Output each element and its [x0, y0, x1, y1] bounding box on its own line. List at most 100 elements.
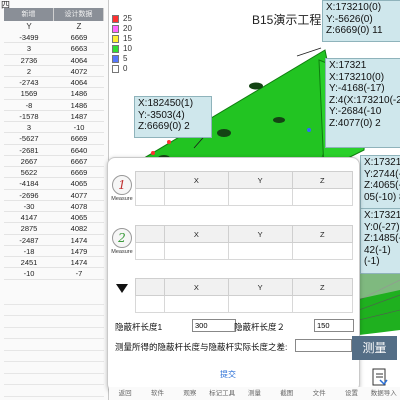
table-row[interactable]: -4184 4065	[4, 178, 104, 190]
table-row[interactable]: 2 4072	[4, 66, 104, 77]
cell-z: 6669	[70, 168, 88, 177]
cell-y: -4184	[19, 179, 39, 189]
coordinate-callout: X:17321 Y:0(-27) Z:1485(- 42(-1) (-1)	[360, 208, 400, 274]
table-row[interactable]: 2667 6667	[4, 156, 104, 167]
cell-y: -18	[23, 246, 35, 256]
table-row[interactable]: -8 1486	[4, 100, 104, 111]
cell-y: -2743	[19, 78, 39, 87]
table-row[interactable]: -1578 1487	[4, 111, 104, 122]
table-body: -3499 6669 3 6663 2736 4064 2 4072 -2743 4064 1569…	[4, 32, 104, 280]
legend-swatch	[112, 15, 119, 23]
measure-1-table: X Y Z	[135, 171, 354, 206]
cell-z: 4065	[70, 213, 88, 222]
toolbar-item[interactable]: 测量	[238, 387, 270, 400]
header-y: Y	[227, 171, 293, 189]
table-row[interactable]: -2487 1474	[4, 235, 104, 246]
cell-y: 2451	[20, 258, 38, 267]
table-row[interactable]: 2736 4064	[4, 55, 104, 66]
cell-z: 4078	[70, 201, 88, 211]
legend-swatch	[112, 55, 119, 63]
data-table-panel: 四 新增 设计数据 Y Z -3499 6669 3 6663 2736 4064 2 407…	[0, 0, 109, 400]
measure-1-icon[interactable]: 1 Measure	[111, 175, 133, 205]
toolbar-item[interactable]: 截图	[271, 387, 303, 400]
cell-z: 4064	[70, 78, 88, 87]
marker-dot	[307, 128, 311, 132]
coordinate-callout: X:17321 X:173210(0) Y:-4168(-17) Z:4(X:1…	[325, 58, 400, 148]
hidden-rod-2-label: 隐蔽杆长度２	[234, 322, 286, 332]
table-row[interactable]: 5622 6669	[4, 167, 104, 179]
measure-2-table: X Y Z	[135, 225, 354, 260]
difference-input[interactable]	[295, 339, 352, 352]
legend-swatch	[112, 45, 119, 53]
cell-z: 1486	[70, 100, 88, 110]
toolbar-item[interactable]: 设置	[335, 387, 367, 400]
hidden-rod-1-input[interactable]	[192, 319, 236, 332]
table-row[interactable]: 3 -10	[4, 122, 104, 134]
cell-y: 2667	[20, 156, 38, 166]
toolbar-item[interactable]: 文件	[303, 387, 335, 400]
toolbar-item[interactable]: 标记工具	[206, 387, 238, 400]
table-row[interactable]: -10 -7	[4, 268, 104, 280]
coordinate-callout: X:182450(1) Y:-3503(4) Z:6669(0) 2	[134, 96, 212, 138]
tab-design-data[interactable]: 设计数据	[54, 8, 104, 21]
submit-button[interactable]: 提交	[220, 369, 236, 380]
tab-new[interactable]: 新增	[4, 8, 54, 21]
export-icon[interactable]	[372, 368, 388, 388]
table-row[interactable]: -3499 6669	[4, 32, 104, 44]
expand-triangle-icon[interactable]	[116, 284, 128, 293]
cell-z: 4065	[70, 179, 88, 189]
cell-y: -3499	[19, 33, 39, 42]
table-row[interactable]: -18 1479	[4, 246, 104, 257]
table-row[interactable]: -5627 6669	[4, 133, 104, 145]
table-row[interactable]: 2451 1474	[4, 257, 104, 269]
measure-3-table: X Y Z	[135, 278, 354, 313]
marker-dot	[167, 140, 171, 144]
cell-z: 6669	[70, 33, 88, 42]
table-row[interactable]: 2875 4082	[4, 223, 104, 235]
table-row[interactable]: 4147 4065	[4, 212, 104, 224]
cell-y: 1569	[20, 89, 38, 99]
cell-y: -5627	[19, 134, 39, 144]
hidden-rod-1-label: 隐蔽杆长度1	[115, 322, 163, 332]
cell-z: 6669	[70, 134, 88, 144]
table-tab-strip: 新增 设计数据	[4, 8, 104, 21]
plate-hole	[273, 117, 285, 123]
table-row[interactable]: -2681 6640	[4, 145, 104, 156]
legend-item: 15	[112, 34, 140, 44]
table-row[interactable]: 3 6663	[4, 43, 104, 55]
legend-swatch	[112, 25, 119, 33]
cell-z: 4072	[70, 66, 88, 76]
coordinate-callout: X:173210(-1) Y:2744(-1) Z:4065(-1) 05(-1…	[360, 155, 400, 209]
legend-item: 25	[112, 14, 140, 24]
cell-z: -10	[73, 123, 85, 132]
cell-z: 1486	[70, 89, 88, 99]
cell-y: -30	[23, 201, 35, 211]
table-row[interactable]: 1569 1486	[4, 88, 104, 100]
cell-y: 2736	[20, 55, 38, 65]
toolbar-item[interactable]: 观察	[174, 387, 206, 400]
table-row[interactable]: -2696 4077	[4, 190, 104, 201]
hidden-rod-2-input[interactable]	[314, 319, 354, 332]
legend-label: 5	[123, 54, 128, 63]
coordinate-callout: X:173210(0) Y:-5626(0) Z:6669(0) 11	[322, 0, 400, 42]
measure-2-icon[interactable]: 2 Measure	[111, 228, 133, 258]
cell-y: 2	[26, 66, 32, 76]
column-header-z: Z	[76, 22, 82, 31]
table-row[interactable]: -30 4078	[4, 201, 104, 212]
cell-y: 3	[26, 123, 32, 132]
legend-label: 15	[123, 34, 132, 43]
toolbar-item[interactable]: 数据导入	[368, 387, 400, 400]
table-empty-rows	[4, 293, 104, 397]
cell-z: 1479	[70, 246, 88, 256]
legend-item: 10	[112, 44, 140, 54]
table-row[interactable]: -2743 4064	[4, 77, 104, 89]
toolbar-item[interactable]: 返回	[109, 387, 141, 400]
toolbar-item[interactable]: 软件	[141, 387, 173, 400]
header-x: X	[164, 171, 229, 189]
cell-y: 2875	[20, 224, 38, 234]
measure-button[interactable]: 测量	[352, 336, 397, 360]
cell-z: 4082	[70, 224, 88, 234]
cell-z: 6663	[70, 44, 88, 54]
cell-y: 3	[26, 44, 32, 54]
legend-label: 0	[123, 64, 128, 73]
